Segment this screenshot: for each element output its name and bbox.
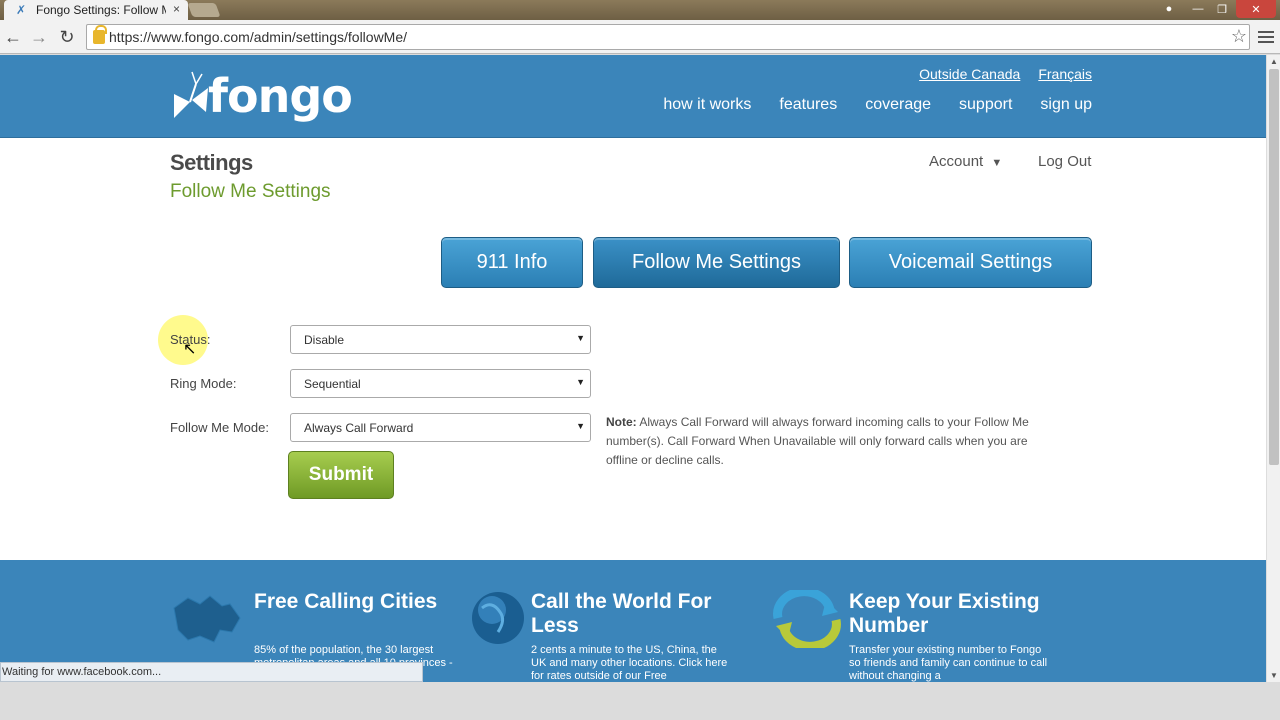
nav-features[interactable]: features xyxy=(779,96,837,114)
address-url[interactable]: https://www.fongo.com/admin/settings/fol… xyxy=(109,29,407,45)
follow-me-mode-select-value: Always Call Forward xyxy=(304,421,414,435)
note-text: Always Call Forward will always forward … xyxy=(606,415,1029,467)
tab-voicemail-settings[interactable]: Voicemail Settings xyxy=(849,237,1092,288)
feature-desc: 2 cents a minute to the US, China, the U… xyxy=(531,644,728,682)
feature-desc: Transfer your existing number to Fongo s… xyxy=(849,644,1048,682)
account-label: Account xyxy=(929,153,984,170)
tab-911-info[interactable]: 911 Info xyxy=(441,237,583,288)
lock-icon xyxy=(93,25,107,44)
ring-mode-label: Ring Mode: xyxy=(170,376,237,391)
status-select-value: Disable xyxy=(304,333,345,347)
top-links: Outside Canada Français xyxy=(919,66,1092,82)
francais-link[interactable]: Français xyxy=(1038,66,1092,82)
note-label: Note: xyxy=(606,415,637,429)
follow-me-mode-select[interactable]: Always Call Forward ▼ xyxy=(290,413,591,442)
status-select[interactable]: Disable ▼ xyxy=(290,325,591,354)
nav-support[interactable]: support xyxy=(959,96,1012,114)
new-tab-button[interactable] xyxy=(187,3,221,17)
fongo-favicon-icon: ✗ xyxy=(16,3,27,17)
feature-title: Call the World For Less xyxy=(531,590,712,637)
window-close-icon[interactable]: ✕ xyxy=(1236,0,1276,18)
feature-title: Free Calling Cities xyxy=(254,590,438,613)
mouse-cursor-icon: ↖ xyxy=(183,341,197,358)
browser-status-bar: Waiting for www.facebook.com... xyxy=(0,662,423,682)
scroll-thumb[interactable] xyxy=(1269,69,1279,465)
user-icon[interactable]: ● xyxy=(1160,0,1178,18)
tab-follow-me-settings[interactable]: Follow Me Settings xyxy=(593,237,840,288)
dropdown-arrow-icon: ▼ xyxy=(576,333,585,343)
transfer-arrows-icon xyxy=(773,590,841,648)
follow-me-mode-label: Follow Me Mode: xyxy=(170,420,269,435)
logout-link[interactable]: Log Out xyxy=(1038,153,1091,170)
butterfly-logo-icon xyxy=(174,71,208,118)
tab-title: Fongo Settings: Follow Me xyxy=(36,3,166,17)
caret-down-icon: ▼ xyxy=(991,157,1003,169)
scroll-down-icon[interactable]: ▼ xyxy=(1270,671,1278,680)
ring-mode-select[interactable]: Sequential ▼ xyxy=(290,369,591,398)
page-subtitle: Follow Me Settings xyxy=(170,181,331,202)
nav-coverage[interactable]: coverage xyxy=(865,96,931,114)
follow-me-note: Note: Always Call Forward will always fo… xyxy=(606,413,1056,470)
vertical-scrollbar[interactable]: ▲ ▼ xyxy=(1266,55,1280,682)
browser-tab[interactable]: ✗ Fongo Settings: Follow Me × xyxy=(4,0,188,20)
back-arrow-icon[interactable]: ← xyxy=(2,26,24,48)
dropdown-arrow-icon: ▼ xyxy=(576,421,585,431)
minimize-icon[interactable]: — xyxy=(1188,0,1208,18)
fongo-logo[interactable]: fongo xyxy=(170,65,360,127)
page-title: Settings xyxy=(170,150,253,175)
ring-mode-select-value: Sequential xyxy=(304,377,361,391)
taskbar-strip xyxy=(0,682,1280,720)
site-header: fongo Outside Canada Français how it wor… xyxy=(0,55,1266,138)
maximize-icon[interactable]: ❐ xyxy=(1212,0,1232,18)
nav-how-it-works[interactable]: how it works xyxy=(663,96,751,114)
browser-toolbar: ← → ↻ https://www.fongo.com/admin/settin… xyxy=(0,20,1280,54)
dropdown-arrow-icon: ▼ xyxy=(576,377,585,387)
browser-titlebar: ✗ Fongo Settings: Follow Me × ● — ❐ ✕ xyxy=(0,0,1280,20)
nav-sign-up[interactable]: sign up xyxy=(1040,96,1092,114)
account-menu[interactable]: Account ▼ xyxy=(929,153,1002,170)
tab-close-icon[interactable]: × xyxy=(173,2,180,16)
bookmark-star-icon[interactable]: ☆ xyxy=(1231,26,1247,47)
submit-button[interactable]: Submit xyxy=(288,451,394,499)
main-nav: how it works features coverage support s… xyxy=(663,96,1092,114)
reload-icon[interactable]: ↻ xyxy=(56,26,78,48)
canada-map-icon xyxy=(173,595,241,643)
logo-text: fongo xyxy=(208,69,353,123)
page-viewport: fongo Outside Canada Français how it wor… xyxy=(0,55,1266,682)
forward-arrow-icon[interactable]: → xyxy=(28,26,50,48)
outside-canada-link[interactable]: Outside Canada xyxy=(919,66,1020,82)
browser-menu-icon[interactable] xyxy=(1256,28,1276,44)
address-bar[interactable]: https://www.fongo.com/admin/settings/fol… xyxy=(86,24,1250,50)
feature-title: Keep Your Existing Number xyxy=(849,590,1040,637)
scroll-up-icon[interactable]: ▲ xyxy=(1270,57,1278,66)
